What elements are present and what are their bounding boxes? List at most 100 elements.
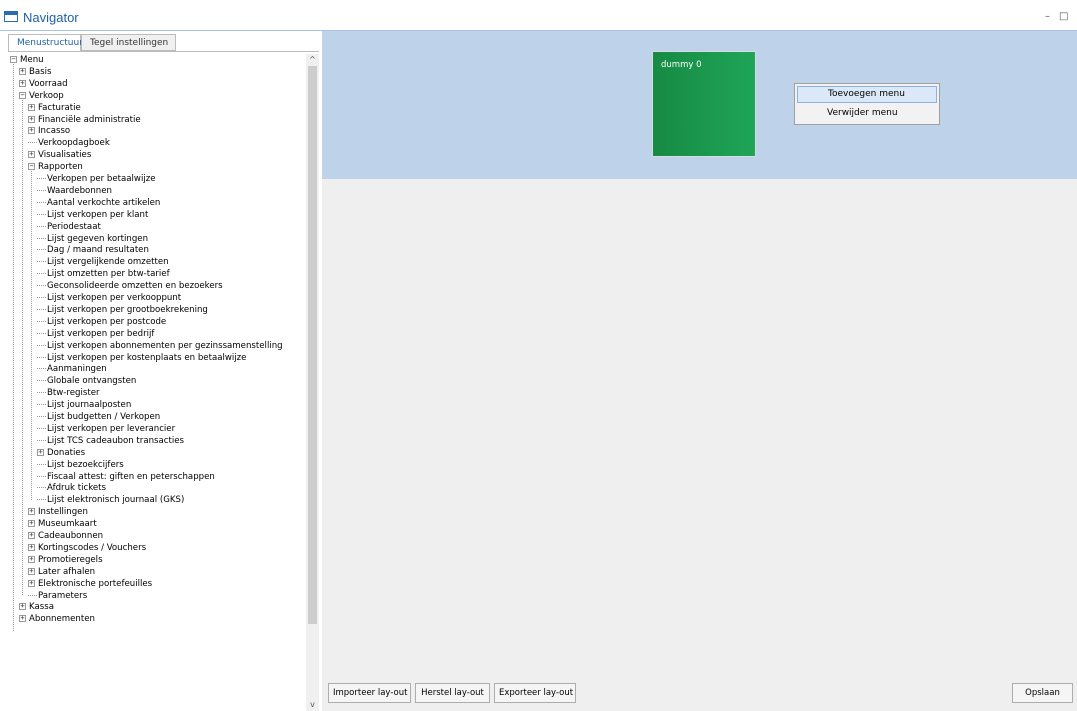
tree-item[interactable]: Lijst TCS cadeaubon transacties <box>37 435 184 447</box>
tree-item[interactable]: + Donaties <box>37 447 85 459</box>
expand-icon[interactable]: + <box>19 615 26 623</box>
tree-connector <box>37 237 46 239</box>
tree-item[interactable]: + Cadeaubonnen <box>28 530 103 542</box>
tree-item[interactable]: + Museumkaart <box>28 518 97 530</box>
expand-icon[interactable]: + <box>28 579 35 587</box>
tree-item[interactable]: Fiscaal attest: giften en peterschappen <box>37 471 215 483</box>
minimize-button[interactable]: – <box>1045 11 1050 22</box>
tree-item[interactable]: Geconsolideerde omzetten en bezoekers <box>37 280 223 292</box>
expand-icon[interactable]: + <box>28 543 35 551</box>
tree-item[interactable]: Lijst elektronisch journaal (GKS) <box>37 494 184 506</box>
menu-tree[interactable]: − Menu + Basis + Voorraad − Verkoop + Facturatie +… <box>8 54 306 711</box>
tree-item-label: Waardebonnen <box>47 185 112 196</box>
tree-connector <box>37 487 46 489</box>
tree-item[interactable]: Lijst verkopen per klant <box>37 209 148 221</box>
tree-item[interactable]: Lijst gegeven kortingen <box>37 233 148 245</box>
tile-area[interactable]: dummy 0 Toevoegen menu Verwijder menu <box>322 31 1077 179</box>
collapse-icon[interactable]: − <box>19 91 26 99</box>
tree-item[interactable]: + Facturatie <box>28 102 81 114</box>
tree-connector <box>37 225 46 227</box>
tree-item[interactable]: Btw-register <box>37 387 100 399</box>
tree-item-label: Lijst verkopen per leverancier <box>47 423 176 434</box>
tree-item[interactable]: Periodestaat <box>37 221 101 233</box>
expand-icon[interactable]: + <box>28 567 35 575</box>
tree-item[interactable]: Dag / maand resultaten <box>37 244 149 256</box>
add-menu-item[interactable]: Toevoegen menu <box>797 86 937 103</box>
tree-item[interactable]: Afdruk tickets <box>37 482 106 494</box>
tree-item[interactable]: Parameters <box>28 590 87 602</box>
menu-tile[interactable]: dummy 0 <box>652 51 756 157</box>
tree-guide-line <box>22 99 23 596</box>
tree-item[interactable]: Lijst verkopen per kostenplaats en betaa… <box>37 352 246 364</box>
expand-icon[interactable]: + <box>28 103 35 111</box>
tree-item[interactable]: Lijst bezoekcijfers <box>37 459 124 471</box>
tree-item[interactable]: − Rapporten <box>28 161 83 173</box>
expand-icon[interactable]: + <box>28 127 35 135</box>
tree-item[interactable]: Lijst verkopen per postcode <box>37 316 166 328</box>
tree-item[interactable]: Lijst vergelijkende omzetten <box>37 256 169 268</box>
tree-item[interactable]: Aanmaningen <box>37 363 107 375</box>
tree-item[interactable]: + Promotieregels <box>28 554 103 566</box>
tree-item-label: Lijst verkopen abonnementen per gezinssa… <box>47 340 283 351</box>
context-menu: Toevoegen menu Verwijder menu <box>794 83 940 125</box>
tree-item[interactable]: + Basis <box>19 66 52 78</box>
tree-item[interactable]: + Voorraad <box>19 78 68 90</box>
scroll-up-arrow-icon[interactable]: ^ <box>306 54 319 66</box>
restore-layout-button[interactable]: Herstel lay-out <box>415 683 490 703</box>
tree-item[interactable]: Globale ontvangsten <box>37 375 136 387</box>
tree-item[interactable]: Lijst verkopen abonnementen per gezinssa… <box>37 340 283 352</box>
expand-icon[interactable]: + <box>28 520 35 528</box>
tree-connector <box>37 213 46 215</box>
tree-item[interactable]: Lijst verkopen per leverancier <box>37 423 175 435</box>
expand-icon[interactable]: + <box>28 555 35 563</box>
tree-connector <box>28 594 37 596</box>
tree-item[interactable]: + Visualisaties <box>28 149 91 161</box>
import-layout-button[interactable]: Importeer lay-out <box>328 683 411 703</box>
tree-item-label: Lijst verkopen per postcode <box>47 316 167 327</box>
maximize-button[interactable]: □ <box>1059 11 1068 22</box>
expand-icon[interactable]: + <box>28 115 35 123</box>
tree-item[interactable]: Aantal verkochte artikelen <box>37 197 160 209</box>
expand-icon[interactable]: + <box>19 603 26 611</box>
tree-item[interactable]: + Later afhalen <box>28 566 95 578</box>
scrollbar-thumb[interactable] <box>308 66 317 624</box>
tree-item[interactable]: Verkoopdagboek <box>28 137 110 149</box>
expand-icon[interactable]: + <box>37 448 44 456</box>
expand-icon[interactable]: + <box>28 532 35 539</box>
tree-item[interactable]: + Elektronische portefeuilles <box>28 578 152 590</box>
tree-connector <box>37 178 46 179</box>
tree-scrollbar[interactable]: ^ v <box>306 54 319 711</box>
tree-item-label: Voorraad <box>29 78 68 89</box>
scroll-down-arrow-icon[interactable]: v <box>306 699 319 711</box>
tree-item[interactable]: Lijst verkopen per bedrijf <box>37 328 154 340</box>
collapse-icon[interactable]: − <box>10 56 17 63</box>
tree-item[interactable]: + Instellingen <box>28 506 88 518</box>
tab-tegel-instellingen[interactable]: Tegel instellingen <box>81 34 176 51</box>
tree-item[interactable]: + Abonnementen <box>19 613 95 625</box>
tree-item[interactable]: Lijst verkopen per grootboekrekening <box>37 304 208 316</box>
tree-item[interactable]: + Financiële administratie <box>28 114 141 126</box>
tree-item[interactable]: Lijst journaalposten <box>37 399 131 411</box>
expand-icon[interactable]: + <box>19 79 26 87</box>
expand-icon[interactable]: + <box>28 508 35 516</box>
collapse-icon[interactable]: − <box>28 163 35 171</box>
tab-menustructuur[interactable]: Menustructuur <box>8 34 83 52</box>
remove-menu-item[interactable]: Verwijder menu <box>797 105 937 122</box>
expand-icon[interactable]: + <box>28 151 35 159</box>
tree-item[interactable]: + Kassa <box>19 601 54 613</box>
export-layout-button[interactable]: Exporteer lay-out <box>494 683 576 703</box>
tree-item[interactable]: − Verkoop <box>19 90 64 102</box>
tree-item[interactable]: Lijst verkopen per verkooppunt <box>37 292 181 304</box>
tree-item-label: Lijst vergelijkende omzetten <box>47 257 169 268</box>
tree-item[interactable]: Lijst omzetten per btw-tarief <box>37 268 170 280</box>
tree-item[interactable]: Waardebonnen <box>37 185 112 197</box>
tree-item[interactable]: Verkopen per betaalwijze <box>37 173 156 185</box>
tree-item-label: Kassa <box>29 602 54 613</box>
tree-item[interactable]: + Incasso <box>28 125 70 137</box>
expand-icon[interactable]: + <box>19 67 26 75</box>
tree-item[interactable]: − Menu <box>10 54 44 66</box>
tree-item[interactable]: + Kortingscodes / Vouchers <box>28 542 146 554</box>
tree-item[interactable]: Lijst budgetten / Verkopen <box>37 411 160 423</box>
tree-connector <box>37 475 46 477</box>
save-button[interactable]: Opslaan <box>1012 683 1073 703</box>
